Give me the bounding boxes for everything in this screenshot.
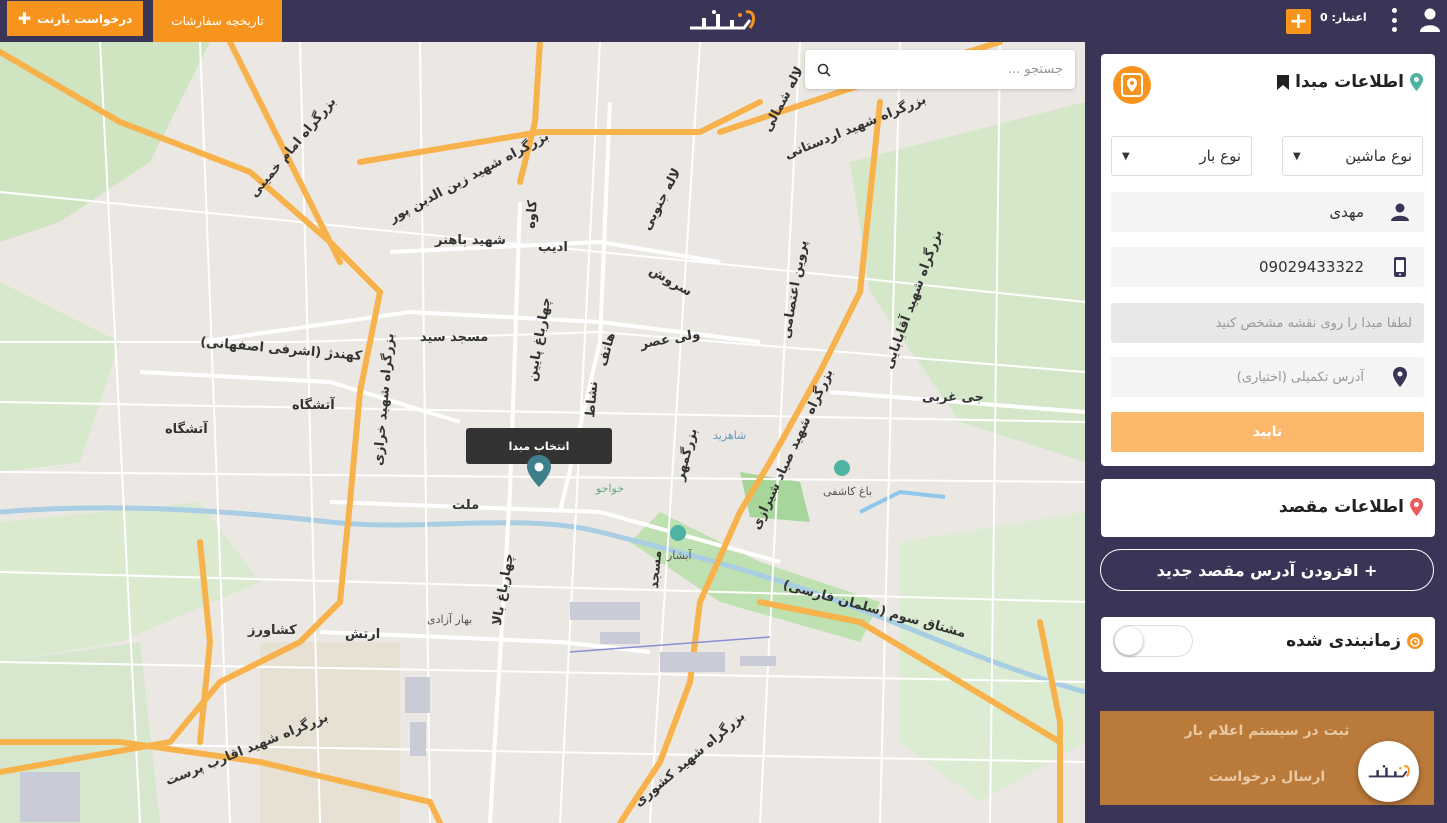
confirm-button[interactable]: تایید [1111, 412, 1424, 452]
origin-title-text: اطلاعات مبدا [1295, 72, 1404, 92]
destination-title: اطلاعات مقصد [1279, 497, 1423, 517]
schedule-title: زمانبندی شده [1286, 631, 1423, 651]
map-label: بهار آزادی [427, 613, 473, 626]
sidebar: اطلاعات مبدا نوع ماشین ▼ نوع بار ▼ مهدی … [1085, 42, 1447, 823]
phone-icon [1376, 247, 1424, 287]
register-in-system-link[interactable]: ثبت در سیستم اعلام بار [1100, 723, 1434, 739]
map-pin-icon [1410, 73, 1423, 91]
top-bar: ✚ درخواست بارنت تاریخچه سفارشات + اعتبار… [0, 0, 1447, 42]
map-label: شاهزید [713, 429, 747, 442]
schedule-card: زمانبندی شده [1101, 617, 1435, 672]
map-label: خواجو [596, 482, 625, 495]
vehicle-type-select[interactable]: نوع ماشین ▼ [1282, 136, 1423, 176]
chevron-down-icon: ▼ [1122, 150, 1130, 162]
map-pin-icon [1410, 498, 1423, 516]
barnet-logo [1368, 764, 1410, 777]
bookmark-icon [1277, 74, 1290, 90]
map-label: ارتش [345, 627, 381, 642]
vehicle-type-value: نوع ماشین [1345, 147, 1412, 165]
add-credit-button[interactable]: + [1286, 9, 1311, 34]
map-pin-icon [1376, 357, 1424, 397]
map-label: ادیب [538, 240, 568, 255]
map-label: باغ کاشفی [823, 485, 873, 498]
origin-card: اطلاعات مبدا نوع ماشین ▼ نوع بار ▼ مهدی … [1101, 54, 1435, 466]
support-chat-button[interactable] [1358, 741, 1419, 802]
map-label: ملت [452, 498, 480, 513]
barnet-logo [690, 10, 755, 30]
phone-field-row: 09029433322 [1111, 247, 1424, 287]
map-label: شهید باهنر [435, 233, 506, 248]
origin-title: اطلاعات مبدا [1277, 72, 1423, 92]
map-search-input[interactable] [843, 50, 1075, 89]
name-input[interactable]: مهدی [1111, 192, 1376, 232]
map-label: آتشگاه [165, 422, 208, 437]
map-search-box [805, 50, 1075, 89]
request-barnet-label: درخواست بارنت [37, 11, 133, 26]
search-icon[interactable] [805, 50, 843, 89]
extra-address-row: آدرس تکمیلی (اختیاری) [1111, 357, 1424, 397]
load-type-value: نوع بار [1199, 147, 1241, 165]
plus-icon: ✚ [17, 8, 32, 28]
order-history-button[interactable]: تاریخچه سفارشات [153, 0, 282, 42]
person-icon [1376, 192, 1424, 232]
user-icon[interactable] [1419, 8, 1441, 32]
phone-input[interactable]: 09029433322 [1111, 247, 1376, 287]
map-label: آتشگاه [292, 398, 335, 413]
credit-label: اعتبار: 0 [1320, 11, 1367, 24]
load-type-select[interactable]: نوع بار ▼ [1111, 136, 1252, 176]
toggle-knob [1115, 627, 1143, 655]
origin-badge-icon [1113, 66, 1151, 104]
schedule-title-text: زمانبندی شده [1286, 631, 1401, 651]
extra-address-input[interactable]: آدرس تکمیلی (اختیاری) [1111, 357, 1376, 397]
alarm-icon [1407, 633, 1423, 649]
origin-location-field[interactable]: لطفا مبدا را روی نقشه مشخص کنید [1111, 303, 1424, 343]
request-barnet-button[interactable]: ✚ درخواست بارنت [7, 1, 143, 36]
kebab-menu-icon[interactable] [1389, 8, 1399, 32]
name-field-row: مهدی [1111, 192, 1424, 232]
map-label: جی غربی [922, 390, 985, 405]
map-view[interactable]: بزرگراه شهید اردستانی بزرگراه امام خمینی… [0, 42, 1085, 823]
map-label: نشاط [583, 380, 602, 419]
map-label: مسجد سید [420, 330, 489, 345]
destination-card[interactable]: اطلاعات مقصد [1101, 479, 1435, 537]
chevron-down-icon: ▼ [1293, 150, 1301, 162]
map-label: کشاورز [248, 623, 297, 638]
map-label: آبشار [667, 549, 692, 562]
add-destination-button[interactable]: + افزودن آدرس مقصد جدید [1100, 549, 1434, 591]
map-label: کاوه [523, 199, 541, 230]
schedule-toggle[interactable] [1113, 625, 1193, 657]
map-pin-icon[interactable] [527, 455, 551, 487]
destination-title-text: اطلاعات مقصد [1278, 497, 1404, 517]
